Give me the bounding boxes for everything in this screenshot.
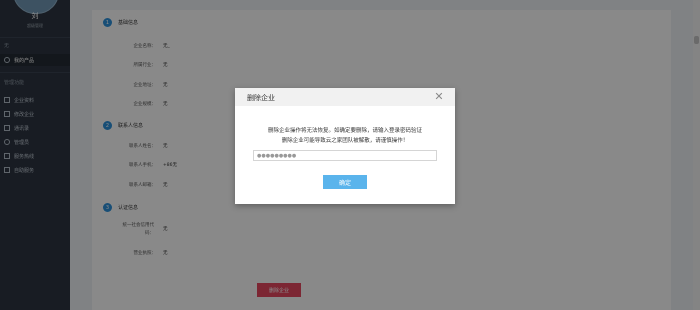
dialog-message-line1: 删除企业操作将无法恢复。如确定要删除，请输入登录密码验证 (267, 128, 422, 134)
close-icon[interactable]: ✕ (433, 91, 445, 103)
dialog-header: 删除企业 ✕ (235, 88, 455, 106)
dialog-title: 删除企业 (247, 94, 275, 102)
delete-company-dialog: 删除企业 ✕ 删除企业操作将无法恢复。如确定要删除，请输入登录密码验证 删除企业… (235, 88, 455, 204)
password-input[interactable] (253, 150, 437, 161)
confirm-button[interactable]: 确定 (323, 175, 367, 189)
dialog-message-line2: 删除企业可能导致云之家团队被解散，请谨慎操作！ (281, 138, 409, 144)
